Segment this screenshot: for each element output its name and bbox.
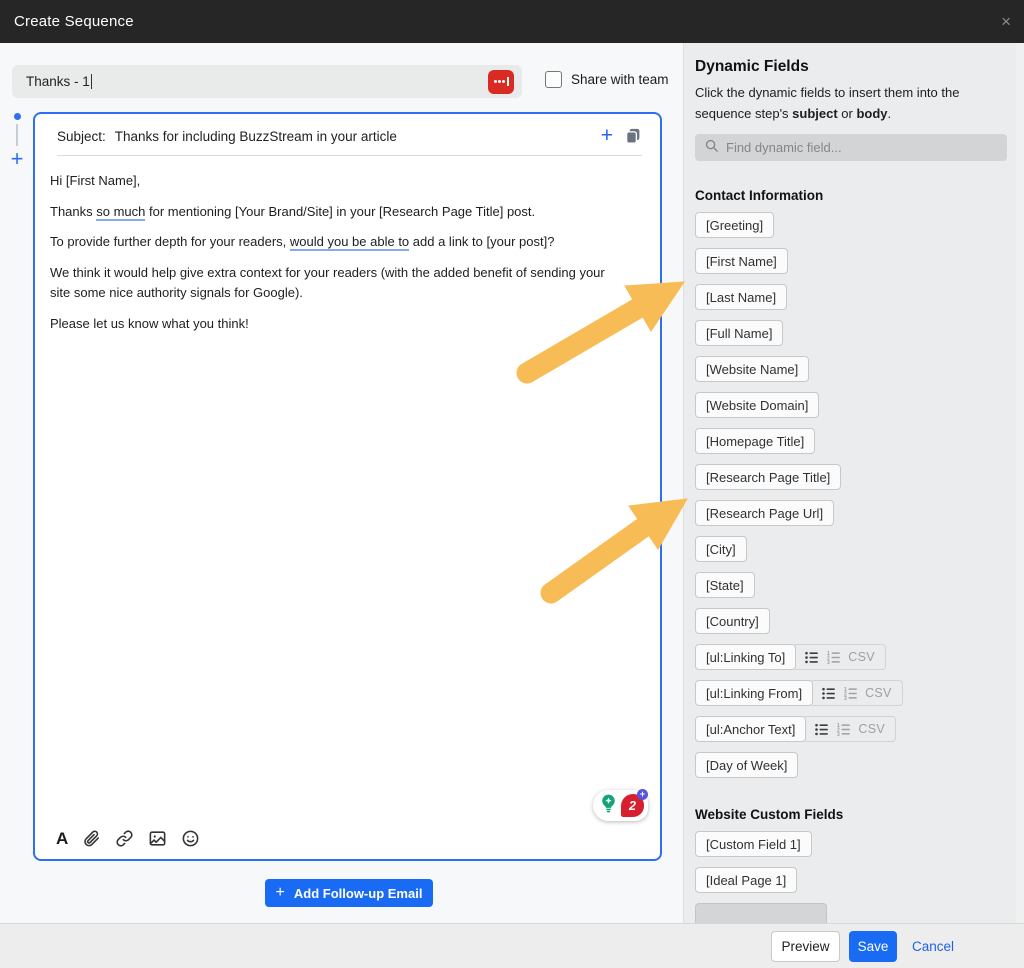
dynamic-field-button[interactable]: [Ideal Page 1] (695, 867, 797, 893)
email-body-paragraph: Please let us know what you think! (50, 314, 625, 335)
subject-label: Subject: (57, 129, 106, 144)
sequence-name-input[interactable]: Thanks - 1 (12, 65, 522, 98)
section-contact-information: Contact Information [Greeting] [First Nam… (695, 188, 1006, 778)
section-title-website-custom-fields: Website Custom Fields (695, 807, 1006, 822)
svg-text:3: 3 (827, 659, 830, 664)
lightbulb-icon[interactable] (598, 793, 619, 819)
preview-button[interactable]: Preview (771, 931, 840, 962)
scrollbar-gutter[interactable] (1016, 43, 1024, 923)
dynamic-field-button[interactable]: [Homepage Title] (695, 428, 815, 454)
website-custom-fields: [Custom Field 1] [Ideal Page 1] (695, 831, 1006, 923)
text-caret (91, 74, 92, 89)
plus-icon: + (276, 886, 285, 900)
csv-option[interactable]: CSV (848, 650, 875, 664)
format-text-icon[interactable]: A (56, 830, 68, 848)
field-format-options: 123 CSV (805, 716, 896, 742)
email-body-paragraph: Thanks so much for mentioning [Your Bran… (50, 202, 625, 223)
numbered-list-icon[interactable]: 123 (836, 722, 851, 737)
dynamic-field-button[interactable]: [Website Name] (695, 356, 809, 382)
bullet-list-icon[interactable] (814, 722, 829, 737)
modal-footer: Preview Save Cancel (0, 923, 1024, 968)
link-icon[interactable] (115, 829, 134, 848)
dynamic-field-button[interactable]: [State] (695, 572, 755, 598)
dynamic-field-button[interactable]: [Custom Field 1] (695, 831, 812, 857)
emoji-icon[interactable] (181, 829, 200, 848)
insert-dynamic-field-icon[interactable]: + (601, 127, 613, 145)
dynamic-field-button[interactable]: [ul:Anchor Text] (695, 716, 806, 742)
dynamic-fields-title: Dynamic Fields (695, 58, 1006, 76)
assistant-plus-icon: + (637, 789, 648, 800)
section-website-custom-fields: Website Custom Fields [Custom Field 1] [I… (695, 807, 1006, 923)
field-format-options: 123 CSV (795, 644, 886, 670)
dynamic-field-button-partial[interactable] (695, 903, 827, 923)
assistant-count: 2 (629, 799, 636, 813)
dynamic-field-button[interactable]: [ul:Linking To] (695, 644, 796, 670)
contact-information-fields: [Greeting] [First Name] [Last Name] [Full N… (695, 212, 1006, 778)
dynamic-field-button[interactable]: [Website Domain] (695, 392, 819, 418)
share-with-team: Share with team (545, 71, 669, 88)
dynamic-field-button[interactable]: [ul:Linking From] (695, 680, 813, 706)
share-with-team-label: Share with team (571, 72, 669, 87)
add-step-icon[interactable]: + (10, 150, 24, 168)
field-format-options: 123 CSV (812, 680, 903, 706)
subject-input[interactable]: Thanks for including BuzzStream in your … (115, 129, 397, 144)
add-followup-email-label: Add Follow-up Email (294, 886, 423, 901)
dynamic-field-search[interactable] (695, 134, 1007, 161)
csv-option[interactable]: CSV (858, 722, 885, 736)
dynamic-field-button[interactable]: [Full Name] (695, 320, 783, 346)
dynamic-field-button[interactable]: [Research Page Title] (695, 464, 841, 490)
share-with-team-checkbox[interactable] (545, 71, 562, 88)
email-body[interactable]: Hi [First Name], Thanks so much for menti… (35, 156, 643, 334)
email-body-paragraph: Hi [First Name], (50, 171, 625, 192)
email-body-paragraph: To provide further depth for your reader… (50, 232, 625, 253)
dynamic-field-button[interactable]: [Last Name] (695, 284, 787, 310)
dynamic-fields-panel: Dynamic Fields Click the dynamic fields … (683, 43, 1024, 923)
numbered-list-icon[interactable]: 123 (826, 650, 841, 665)
dynamic-field-button[interactable]: [Country] (695, 608, 770, 634)
email-body-paragraph: We think it would help give extra contex… (50, 263, 625, 304)
search-input[interactable] (726, 140, 998, 155)
csv-option[interactable]: CSV (865, 686, 892, 700)
bullet-list-icon[interactable] (821, 686, 836, 701)
dynamic-field-button[interactable]: [Greeting] (695, 212, 774, 238)
dynamic-field-button[interactable]: [City] (695, 536, 747, 562)
dynamic-field-compound: [ul:Linking From] 123 CSV (695, 680, 903, 706)
text-expander-icon[interactable] (488, 70, 514, 94)
dynamic-field-button[interactable]: [First Name] (695, 248, 788, 274)
writing-assistant-widget[interactable]: 2 + (593, 790, 648, 821)
step-indicator-dot (14, 113, 21, 120)
dynamic-field-button[interactable]: [Day of Week] (695, 752, 798, 778)
dynamic-fields-description: Click the dynamic fields to insert them … (695, 82, 997, 124)
image-icon[interactable] (148, 829, 167, 848)
sequence-editor-pane: Thanks - 1 Share with team + Subject: Th… (0, 43, 683, 923)
editor-toolbar: A (56, 829, 200, 848)
add-followup-email-button[interactable]: + Add Follow-up Email (265, 879, 433, 907)
attachment-icon[interactable] (82, 829, 101, 848)
dynamic-field-compound: [ul:Anchor Text] 123 CSV (695, 716, 896, 742)
bullet-list-icon[interactable] (804, 650, 819, 665)
svg-text:3: 3 (837, 731, 840, 736)
modal-header: Create Sequence × (0, 0, 1024, 43)
dynamic-field-button[interactable]: [Research Page Url] (695, 500, 834, 526)
copy-icon[interactable] (624, 127, 642, 145)
close-icon[interactable]: × (1001, 0, 1011, 43)
search-icon (704, 138, 719, 158)
svg-text:3: 3 (844, 695, 847, 700)
dynamic-field-compound: [ul:Linking To] 123 CSV (695, 644, 886, 670)
cancel-button[interactable]: Cancel (906, 931, 960, 962)
assistant-count-badge[interactable]: 2 + (621, 794, 644, 817)
section-title-contact-information: Contact Information (695, 188, 1006, 203)
sequence-step-rail: + (10, 113, 24, 168)
email-editor[interactable]: Subject: Thanks for including BuzzStream… (33, 112, 662, 861)
numbered-list-icon[interactable]: 123 (843, 686, 858, 701)
subject-row: Subject: Thanks for including BuzzStream… (35, 114, 660, 155)
modal-title: Create Sequence (14, 0, 134, 43)
sequence-name-value: Thanks - 1 (26, 74, 90, 89)
save-button[interactable]: Save (849, 931, 897, 962)
step-rail-line (16, 124, 18, 146)
